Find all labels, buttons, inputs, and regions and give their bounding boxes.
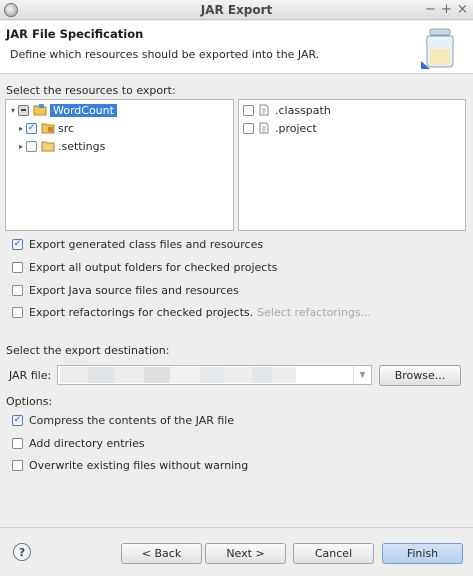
option-label: Export generated class files and resourc… [29,238,264,251]
list-item-project[interactable]: .project [243,120,317,136]
resource-tree[interactable]: ▾ WordCount ▸ ✓ src ▸ .settings [5,99,234,231]
browse-button[interactable]: Browse... [379,365,461,386]
tree-checkbox-src[interactable]: ✓ [26,122,37,134]
expand-arrow-icon[interactable]: ▸ [16,142,26,151]
expand-arrow-icon[interactable]: ▸ [16,124,26,133]
minimize-button[interactable]: − [425,2,436,17]
resource-file-list[interactable]: .classpath .project [238,99,466,231]
help-icon[interactable]: ? [13,543,31,561]
checkbox-export-refactorings[interactable] [12,307,23,318]
option-label: Export refactorings for checked projects… [29,306,254,319]
tree-checkbox-settings[interactable] [26,140,37,152]
option-overwrite[interactable]: Overwrite existing files without warning [12,459,248,472]
page-title: JAR File Specification [6,27,144,41]
checkbox-export-java-source[interactable] [12,285,23,296]
option-label: Export Java source files and resources [29,284,239,297]
project-folder-icon [33,104,47,116]
file-icon [258,104,272,116]
finish-button[interactable]: Finish [382,543,463,564]
title-bar: JAR Export − + × [0,0,473,20]
file-label-project: .project [275,121,317,135]
file-checkbox-project[interactable] [243,122,254,134]
option-export-refactorings[interactable]: Export refactorings for checked projects… [12,306,371,319]
option-compress[interactable]: ✓ Compress the contents of the JAR file [12,414,234,427]
tree-item-wordcount[interactable]: ▾ WordCount [8,102,117,118]
list-item-classpath[interactable]: .classpath [243,102,331,118]
checkbox-compress[interactable]: ✓ [12,415,23,426]
tree-label-settings: .settings [58,139,106,153]
file-checkbox-classpath[interactable] [243,104,254,116]
jar-icon [421,28,454,69]
option-export-output-folders[interactable]: Export all output folders for checked pr… [12,261,277,274]
checkbox-export-output-folders[interactable] [12,262,23,273]
cancel-button[interactable]: Cancel [293,543,374,564]
next-button[interactable]: Next > [205,543,286,564]
folder-icon [41,140,55,152]
checkbox-overwrite[interactable] [12,460,23,471]
close-button[interactable]: × [457,2,468,17]
tree-label-src: src [58,121,75,135]
option-add-directory-entries[interactable]: Add directory entries [12,437,145,450]
tree-item-src[interactable]: ▸ ✓ src [16,120,74,136]
expand-arrow-icon[interactable]: ▾ [8,106,18,115]
option-export-java-source[interactable]: Export Java source files and resources [12,284,239,297]
wizard-header: JAR File Specification Define which reso… [0,21,473,74]
checkbox-export-class-files[interactable]: ✓ [12,239,23,250]
destination-label: Select the export destination: [6,344,170,357]
jar-file-combo[interactable]: ▼ [57,365,372,385]
tree-item-settings[interactable]: ▸ .settings [16,138,105,154]
chevron-down-icon[interactable]: ▼ [353,366,371,384]
maximize-button[interactable]: + [441,2,452,17]
jar-file-label: JAR file: [9,369,52,382]
file-label-classpath: .classpath [275,103,331,117]
file-icon [258,122,272,134]
option-label: Overwrite existing files without warning [29,459,249,472]
option-label: Add directory entries [29,437,145,450]
resources-label: Select the resources to export: [6,84,176,97]
page-description: Define which resources should be exporte… [10,48,320,61]
footer-divider [0,527,473,528]
back-button[interactable]: < Back [121,543,202,564]
window-title: JAR Export [200,3,273,17]
options-label: Options: [6,395,53,408]
checkbox-add-directory-entries[interactable] [12,438,23,449]
package-folder-icon [41,122,55,134]
select-refactorings-link[interactable]: Select refactorings... [257,306,371,319]
option-label: Export all output folders for checked pr… [29,261,278,274]
tree-checkbox-wordcount[interactable] [18,104,29,116]
option-export-class-files[interactable]: ✓ Export generated class files and resou… [12,238,263,251]
option-label: Compress the contents of the JAR file [29,414,235,427]
tree-label-wordcount: WordCount [50,103,117,117]
